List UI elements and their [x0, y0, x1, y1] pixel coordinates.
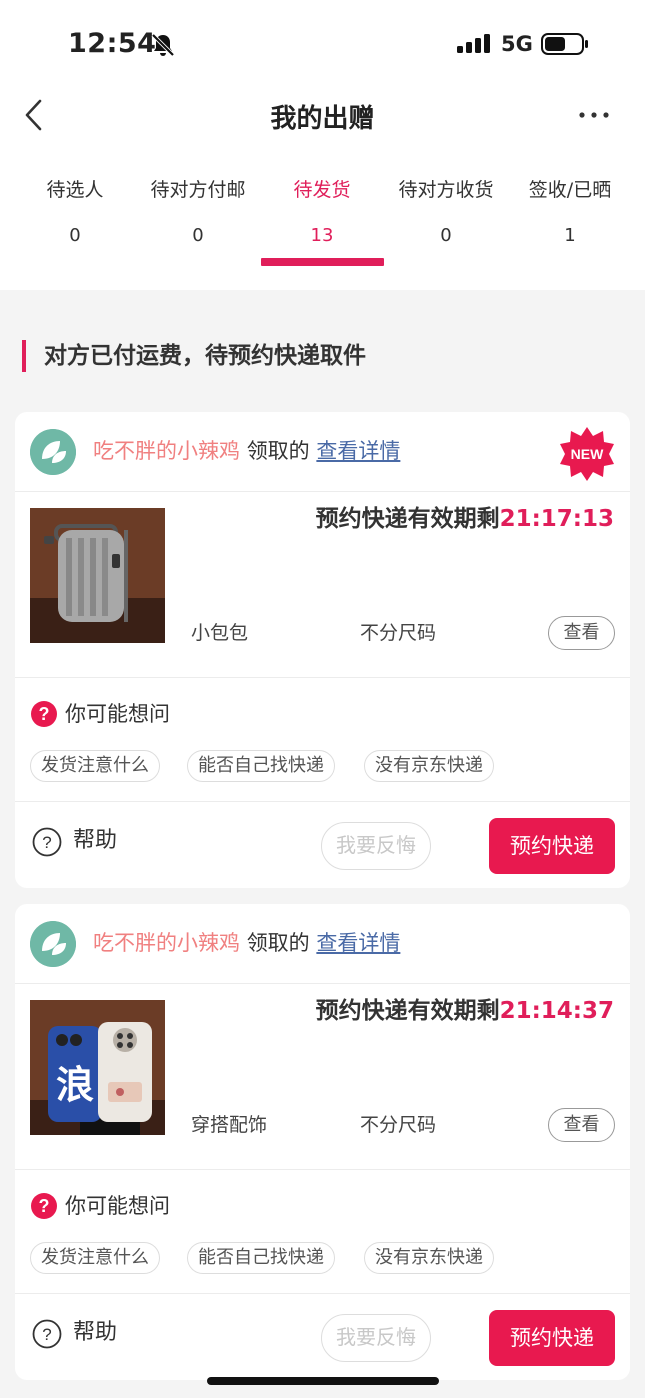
tab-pending-select[interactable]: 待选人 0: [10, 172, 140, 254]
book-courier-button[interactable]: 预约快递: [489, 818, 615, 874]
faq-title: 你可能想问: [65, 1194, 170, 1218]
svg-text:?: ?: [39, 704, 50, 724]
faq-chip[interactable]: 没有京东快递: [364, 1242, 494, 1274]
countdown: 预约快递有效期剩21:14:37: [316, 996, 614, 1026]
faq-chip[interactable]: 没有京东快递: [364, 750, 494, 782]
card-actions: ? 帮助 我要反悔 预约快递: [15, 1294, 630, 1380]
tab-label: 签收/已晒: [528, 179, 612, 201]
gift-card: 吃不胖的小辣鸡 领取的 查看详情 浪 预约快递有效期剩21:14:37 穿搭配饰: [15, 904, 630, 1380]
tab-count: 0: [69, 225, 81, 246]
avatar[interactable]: [30, 429, 76, 475]
recipient-name[interactable]: 吃不胖的小辣鸡: [93, 931, 240, 955]
tab-count: 0: [440, 225, 452, 246]
view-button[interactable]: 查看: [548, 616, 615, 650]
product-category: 小包包: [191, 622, 249, 644]
claim-text: 领取的: [246, 439, 310, 463]
tab-signed[interactable]: 签收/已晒 1: [505, 172, 635, 254]
bell-off-icon: [151, 33, 175, 57]
countdown-prefix: 预约快递有效期剩: [315, 998, 500, 1024]
product-size: 不分尺码: [360, 1114, 437, 1136]
home-indicator: [207, 1377, 439, 1385]
avatar[interactable]: [30, 921, 76, 967]
section-accent-bar: [22, 340, 26, 372]
tab-indicator: [261, 258, 384, 266]
tab-count: 0: [192, 225, 204, 246]
header-area: 12:54 5G 我的出赠 待选人 0 待对方付邮 0 待发货 13 待对方收货…: [0, 0, 645, 290]
tab-label: 待对方收货: [398, 179, 494, 201]
product-image[interactable]: [30, 508, 165, 643]
tab-label: 待发货: [293, 179, 351, 201]
help-label[interactable]: 帮助: [73, 824, 117, 858]
tab-pending-receive[interactable]: 待对方收货 0: [381, 172, 511, 254]
faq-chip[interactable]: 能否自己找快递: [187, 750, 335, 782]
view-button[interactable]: 查看: [548, 1108, 615, 1142]
help-icon[interactable]: ?: [32, 1319, 62, 1349]
gift-card: 吃不胖的小辣鸡 领取的 查看详情 NEW 预约快递有效期剩21:17:13 小包…: [15, 412, 630, 888]
nav-bar: 我的出赠: [0, 90, 645, 150]
new-badge-text: NEW: [571, 446, 604, 462]
countdown-time: 21:17:13: [499, 506, 614, 532]
claim-text: 领取的: [246, 931, 310, 955]
battery-icon: [541, 33, 588, 55]
product-row: 浪 预约快递有效期剩21:14:37 穿搭配饰 不分尺码 查看: [15, 984, 630, 1170]
network-type: 5G: [501, 32, 533, 56]
signal-icon: [457, 34, 490, 53]
more-icon[interactable]: [578, 110, 610, 120]
view-detail-link[interactable]: 查看详情: [316, 931, 400, 955]
svg-text:?: ?: [42, 833, 51, 852]
faq-section: ? 你可能想问 发货注意什么 能否自己找快递 没有京东快递: [15, 1170, 630, 1294]
page-title: 我的出赠: [270, 104, 375, 134]
tab-count: 13: [310, 225, 334, 246]
product-size: 不分尺码: [360, 622, 437, 644]
faq-title: 你可能想问: [65, 702, 170, 726]
book-courier-button[interactable]: 预约快递: [489, 1310, 615, 1366]
faq-section: ? 你可能想问 发货注意什么 能否自己找快递 没有京东快递: [15, 678, 630, 802]
svg-text:?: ?: [42, 1325, 51, 1344]
section-title: 对方已付运费，待预约快递取件: [44, 343, 366, 369]
product-image[interactable]: 浪: [30, 1000, 165, 1135]
tab-pending-ship[interactable]: 待发货 13: [257, 172, 387, 254]
regret-button[interactable]: 我要反悔: [321, 822, 431, 870]
tab-pending-postage[interactable]: 待对方付邮 0: [133, 172, 263, 254]
summary-strip: [15, 268, 630, 288]
claim-info: 吃不胖的小辣鸡 领取的 查看详情: [93, 926, 400, 960]
faq-chip[interactable]: 发货注意什么: [30, 1242, 160, 1274]
countdown: 预约快递有效期剩21:17:13: [316, 504, 614, 534]
card-header: 吃不胖的小辣鸡 领取的 查看详情: [15, 904, 630, 984]
faq-chip[interactable]: 发货注意什么: [30, 750, 160, 782]
new-badge: NEW: [560, 427, 614, 481]
claim-info: 吃不胖的小辣鸡 领取的 查看详情: [93, 434, 400, 468]
product-row: 预约快递有效期剩21:17:13 小包包 不分尺码 查看: [15, 492, 630, 678]
status-tabs: 待选人 0 待对方付邮 0 待发货 13 待对方收货 0 签收/已晒 1: [0, 172, 645, 268]
status-bar: 12:54 5G: [0, 0, 645, 90]
regret-button[interactable]: 我要反悔: [321, 1314, 431, 1362]
svg-text:?: ?: [39, 1196, 50, 1216]
countdown-time: 21:14:37: [499, 998, 614, 1024]
recipient-name[interactable]: 吃不胖的小辣鸡: [93, 439, 240, 463]
product-category: 穿搭配饰: [191, 1114, 268, 1136]
card-actions: ? 帮助 我要反悔 预约快递: [15, 802, 630, 888]
countdown-prefix: 预约快递有效期剩: [315, 506, 500, 532]
question-icon: ?: [31, 701, 57, 727]
view-detail-link[interactable]: 查看详情: [316, 439, 400, 463]
help-label[interactable]: 帮助: [73, 1316, 117, 1350]
status-time: 12:54: [68, 28, 157, 59]
question-icon: ?: [31, 1193, 57, 1219]
help-icon[interactable]: ?: [32, 827, 62, 857]
tab-label: 待选人: [46, 179, 104, 201]
faq-chip[interactable]: 能否自己找快递: [187, 1242, 335, 1274]
image-text: 浪: [56, 1063, 94, 1107]
card-header: 吃不胖的小辣鸡 领取的 查看详情 NEW: [15, 412, 630, 492]
tab-count: 1: [564, 225, 576, 246]
tab-label: 待对方付邮: [150, 179, 246, 201]
